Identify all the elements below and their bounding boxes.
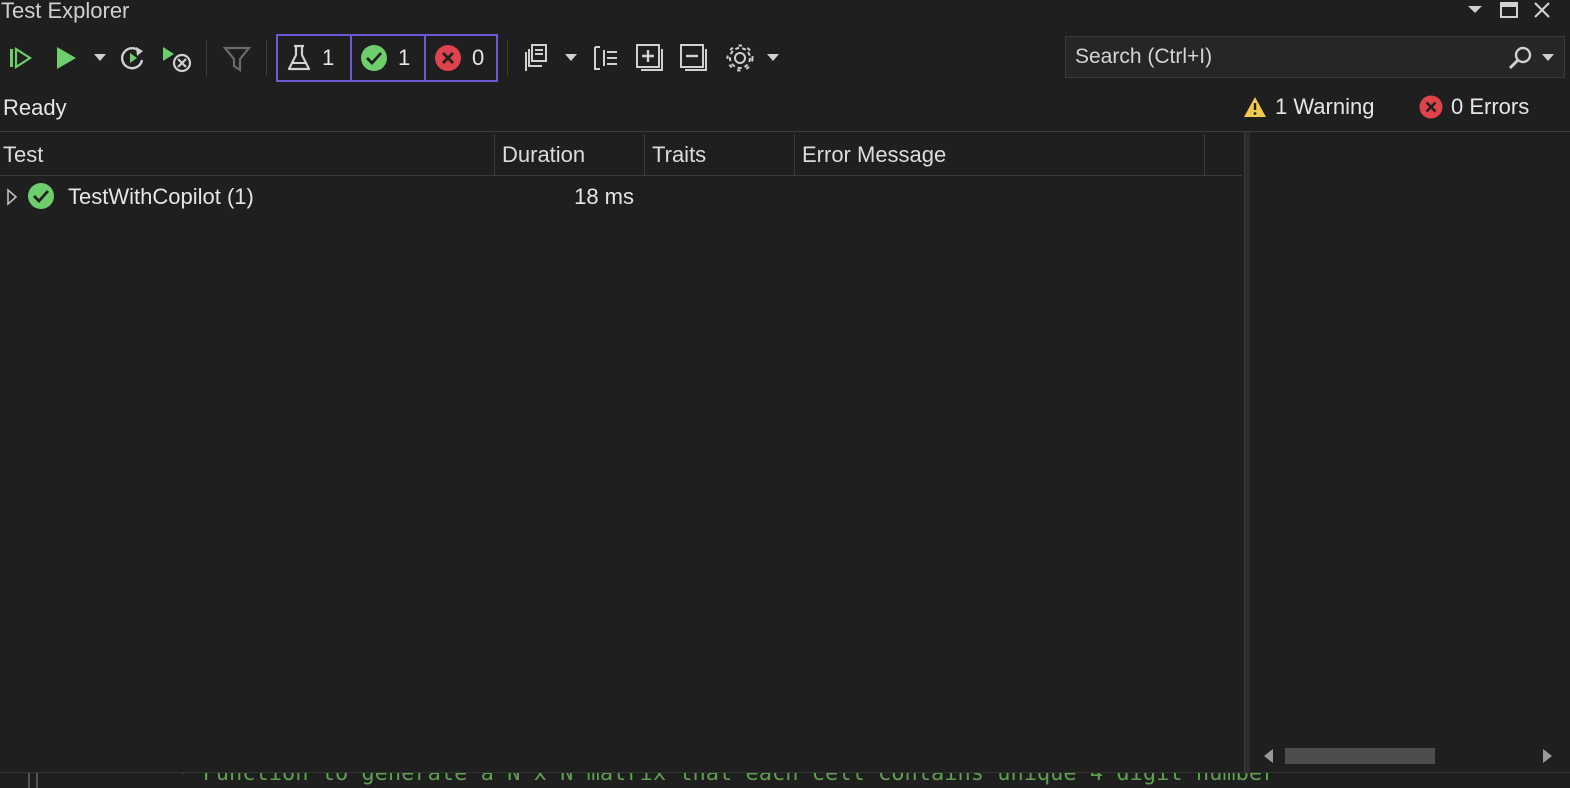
dropdown-icon bbox=[767, 54, 779, 61]
pass-icon bbox=[28, 183, 54, 209]
run-all-icon bbox=[10, 46, 33, 70]
warning-icon bbox=[1244, 97, 1266, 117]
cancel-run-icon bbox=[163, 47, 192, 73]
failed-tests-filter[interactable]: 0 bbox=[424, 36, 496, 80]
passed-tests-filter[interactable]: 1 bbox=[350, 36, 424, 80]
repeat-last-run-icon bbox=[121, 47, 144, 70]
scrollbar-thumb[interactable] bbox=[1285, 748, 1435, 764]
playlist-button[interactable] bbox=[520, 38, 556, 78]
warning-indicator[interactable]: 1 Warning bbox=[1243, 94, 1374, 120]
toolbar: 1 1 0 Search (Ctrl+I) bbox=[0, 34, 1570, 82]
editor-comment-line: * Function to generate a N x N matrix th… bbox=[176, 772, 1276, 786]
editor-gutter-mark bbox=[36, 773, 38, 788]
run-icon bbox=[57, 47, 76, 69]
search-placeholder: Search (Ctrl+I) bbox=[1075, 45, 1213, 68]
search-icon[interactable] bbox=[1506, 45, 1534, 71]
test-detail-pane bbox=[1250, 132, 1570, 772]
run-dropdown-button[interactable] bbox=[91, 38, 109, 78]
dropdown-icon bbox=[565, 54, 577, 61]
cancel-run-button[interactable] bbox=[160, 38, 194, 78]
search-options-icon[interactable] bbox=[1542, 54, 1554, 62]
column-separator[interactable] bbox=[794, 134, 795, 176]
editor-peek: * Function to generate a N x N matrix th… bbox=[0, 772, 1570, 788]
expander-icon[interactable] bbox=[6, 188, 18, 206]
column-separator[interactable] bbox=[1204, 134, 1205, 176]
column-separator[interactable] bbox=[494, 134, 495, 176]
test-name: TestWithCopilot (1) bbox=[68, 184, 254, 209]
collapse-all-button[interactable] bbox=[677, 38, 711, 78]
maximize-icon[interactable] bbox=[1497, 0, 1521, 22]
run-button[interactable] bbox=[50, 38, 80, 78]
filter-icon bbox=[222, 46, 252, 73]
search-input[interactable]: Search (Ctrl+I) bbox=[1065, 36, 1565, 78]
column-header-test[interactable]: Test bbox=[3, 132, 493, 176]
horizontal-scrollbar[interactable] bbox=[1252, 740, 1570, 772]
expand-all-icon bbox=[636, 44, 663, 71]
column-header-duration[interactable]: Duration bbox=[502, 132, 642, 176]
test-summary: 1 1 0 bbox=[276, 34, 498, 82]
collapse-all-icon bbox=[680, 44, 707, 71]
scroll-left-icon[interactable] bbox=[1262, 748, 1274, 764]
settings-dropdown-button[interactable] bbox=[764, 38, 782, 78]
status-bar: Ready 1 Warning 0 Errors bbox=[0, 88, 1570, 130]
passed-count: 1 bbox=[398, 45, 411, 70]
close-icon[interactable] bbox=[1530, 0, 1554, 22]
flask-icon bbox=[287, 44, 311, 71]
pass-icon bbox=[361, 45, 387, 71]
grid-header: Test Duration Traits Error Message bbox=[0, 132, 1242, 176]
table-row[interactable]: TestWithCopilot (1) 18 ms bbox=[0, 178, 1242, 218]
error-icon bbox=[1419, 95, 1443, 119]
filter-button[interactable] bbox=[220, 38, 254, 78]
scroll-right-icon[interactable] bbox=[1542, 748, 1554, 764]
column-header-error-message[interactable]: Error Message bbox=[802, 132, 1202, 176]
error-count: 0 Errors bbox=[1451, 94, 1530, 119]
repeat-last-run-button[interactable] bbox=[117, 38, 149, 78]
column-header-traits[interactable]: Traits bbox=[652, 132, 792, 176]
playlist-icon bbox=[525, 44, 547, 71]
window-dropdown-icon[interactable] bbox=[1463, 0, 1487, 22]
status-text: Ready bbox=[3, 95, 67, 120]
test-duration: 18 ms bbox=[574, 184, 634, 209]
title-bar: Test Explorer bbox=[0, 0, 1570, 24]
total-tests-filter[interactable]: 1 bbox=[278, 36, 350, 80]
toolbar-separator bbox=[206, 40, 207, 76]
settings-icon bbox=[726, 44, 754, 72]
toolbar-separator bbox=[266, 40, 267, 76]
toolbar-separator bbox=[507, 40, 508, 76]
window-title: Test Explorer bbox=[1, 0, 130, 23]
group-by-button[interactable] bbox=[590, 38, 622, 78]
playlist-dropdown-button[interactable] bbox=[562, 38, 580, 78]
settings-button[interactable] bbox=[722, 38, 758, 78]
error-indicator[interactable]: 0 Errors bbox=[1419, 94, 1529, 120]
test-grid: Test Duration Traits Error Message TestW… bbox=[0, 132, 1242, 772]
fail-icon bbox=[435, 45, 461, 71]
failed-count: 0 bbox=[472, 45, 485, 70]
dropdown-icon bbox=[94, 54, 106, 61]
group-by-icon bbox=[594, 46, 617, 70]
run-all-button[interactable] bbox=[4, 38, 36, 78]
total-count: 1 bbox=[322, 45, 335, 70]
column-separator[interactable] bbox=[644, 134, 645, 176]
expand-all-button[interactable] bbox=[633, 38, 667, 78]
warning-count: 1 Warning bbox=[1275, 94, 1375, 119]
editor-gutter-mark bbox=[28, 773, 30, 788]
